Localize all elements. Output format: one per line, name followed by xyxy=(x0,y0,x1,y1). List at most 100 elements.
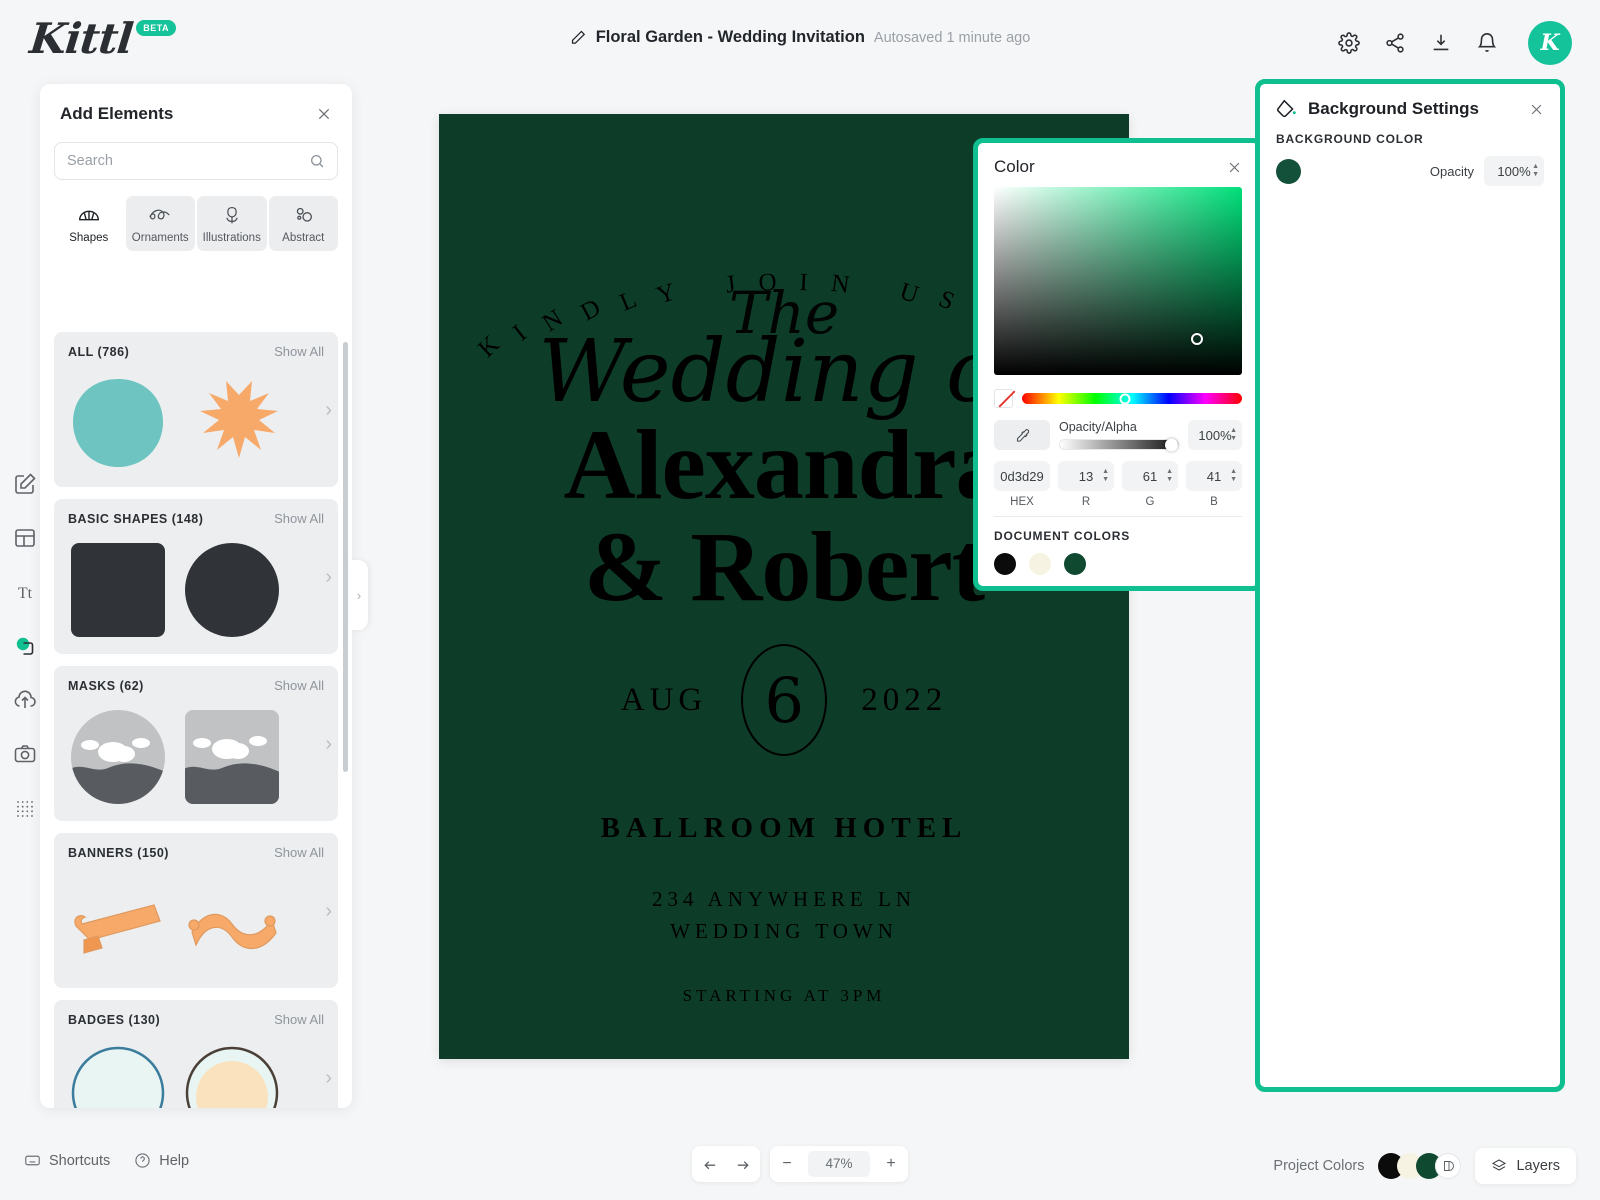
share-icon[interactable] xyxy=(1384,32,1406,54)
patterns-icon[interactable] xyxy=(13,796,37,820)
eyedropper-button[interactable] xyxy=(994,420,1050,450)
opacity-slider-group: Opacity/Alpha xyxy=(1059,420,1179,451)
zoom-in-button[interactable]: + xyxy=(874,1146,908,1182)
r-input[interactable]: 13 ▲ ▼ xyxy=(1058,461,1114,491)
background-color-swatch[interactable] xyxy=(1276,158,1301,184)
element-thumb[interactable] xyxy=(68,874,168,974)
layers-button[interactable]: Layers xyxy=(1475,1148,1576,1184)
tab-abstract[interactable]: Abstract xyxy=(268,196,338,251)
question-icon xyxy=(135,1153,150,1168)
stepper-icon[interactable]: ▲ ▼ xyxy=(1102,468,1109,483)
undo-icon xyxy=(703,1160,715,1169)
element-thumb[interactable] xyxy=(182,373,282,473)
section-next-arrow[interactable]: › xyxy=(325,1068,332,1088)
search-input[interactable] xyxy=(67,153,309,169)
zoom-value[interactable]: 47% xyxy=(808,1151,870,1177)
hex-input[interactable]: 0d3d29 xyxy=(994,461,1050,491)
paint-bucket-icon xyxy=(1277,99,1296,118)
section-basic-shapes: BASIC SHAPES (148) Show All › xyxy=(54,499,338,654)
templates-icon[interactable] xyxy=(13,526,37,550)
stepper-icon[interactable]: ▲ ▼ xyxy=(1166,468,1173,483)
section-next-arrow[interactable]: › xyxy=(325,567,332,587)
tab-label: Illustrations xyxy=(202,232,261,244)
element-thumb[interactable] xyxy=(182,540,282,640)
b-input[interactable]: 41 ▲ ▼ xyxy=(1186,461,1242,491)
help-button[interactable]: Help xyxy=(134,1152,189,1169)
g-input[interactable]: 61 ▲ ▼ xyxy=(1122,461,1178,491)
section-next-arrow[interactable]: › xyxy=(325,400,332,420)
element-thumb[interactable] xyxy=(68,1041,168,1108)
element-thumb[interactable] xyxy=(68,373,168,473)
shortcuts-button[interactable]: Shortcuts xyxy=(24,1152,110,1169)
show-all-link[interactable]: Show All xyxy=(274,845,324,860)
panel-scrollbar[interactable] xyxy=(343,342,348,772)
element-thumb[interactable] xyxy=(182,707,282,807)
section-next-arrow[interactable]: › xyxy=(325,901,332,921)
section-masks: MASKS (62) Show All › xyxy=(54,666,338,821)
settings-icon[interactable] xyxy=(1338,32,1360,54)
no-color-icon[interactable] xyxy=(994,389,1013,408)
document-title-group[interactable]: Floral Garden - Wedding Invitation Autos… xyxy=(570,28,1030,47)
tab-illustrations[interactable]: Illustrations xyxy=(197,196,267,251)
project-colors-swatches xyxy=(1378,1153,1462,1179)
close-icon[interactable] xyxy=(1227,160,1242,175)
element-category-tabs: Shapes Ornaments Illustrations Abstract xyxy=(54,196,338,251)
keyboard-icon xyxy=(25,1155,40,1166)
color-swatch[interactable] xyxy=(1029,553,1051,575)
element-sections-scroll[interactable]: ALL (786) Show All › BASIC SHAPES (148) … xyxy=(40,332,352,1108)
stepper-icon[interactable]: ▲ ▼ xyxy=(1230,427,1237,442)
stepper-icon[interactable]: ▲ ▼ xyxy=(1230,468,1237,483)
edit-colors-button[interactable] xyxy=(1435,1153,1462,1179)
opacity-value: 100% xyxy=(1497,163,1531,179)
color-swatch[interactable] xyxy=(1064,553,1086,575)
element-thumb[interactable] xyxy=(182,874,282,974)
tab-label: Ornaments xyxy=(131,232,189,244)
document-colors-swatches xyxy=(994,553,1242,575)
element-thumb[interactable] xyxy=(68,707,168,807)
opacity-slider[interactable] xyxy=(1059,438,1179,451)
tab-shapes[interactable]: Shapes xyxy=(54,196,124,251)
opacity-input[interactable]: 100% ▲ ▼ xyxy=(1188,420,1242,450)
stepper-icon[interactable]: ▲ ▼ xyxy=(1532,163,1539,178)
saturation-handle[interactable] xyxy=(1191,333,1203,345)
design-icon[interactable] xyxy=(13,472,37,496)
avatar[interactable]: K xyxy=(1528,21,1572,65)
show-all-link[interactable]: Show All xyxy=(274,344,324,359)
brand-logo[interactable]: Kittl BETA xyxy=(27,14,177,63)
element-thumb[interactable] xyxy=(68,540,168,640)
download-icon[interactable] xyxy=(1430,32,1452,54)
hue-handle[interactable] xyxy=(1119,393,1131,404)
close-icon[interactable] xyxy=(1529,102,1544,117)
add-elements-panel: Add Elements Shapes Ornaments xyxy=(40,84,352,1108)
undo-button[interactable] xyxy=(692,1146,726,1182)
close-icon[interactable] xyxy=(316,106,332,122)
notifications-icon[interactable] xyxy=(1476,32,1498,54)
background-opacity-input[interactable]: 100% ▲ ▼ xyxy=(1484,156,1544,186)
show-all-link[interactable]: Show All xyxy=(274,511,324,526)
abstract-icon xyxy=(297,207,313,222)
photos-icon[interactable] xyxy=(13,742,37,766)
zoom-out-button[interactable]: − xyxy=(770,1146,804,1182)
search-box[interactable] xyxy=(54,142,338,180)
element-thumb[interactable] xyxy=(182,1041,282,1108)
opacity-handle[interactable] xyxy=(1165,438,1178,451)
hue-row xyxy=(994,389,1242,408)
uploads-icon[interactable] xyxy=(13,688,37,712)
shortcuts-label: Shortcuts xyxy=(49,1152,111,1169)
show-all-link[interactable]: Show All xyxy=(274,678,324,693)
text-icon[interactable]: Tt xyxy=(13,580,37,604)
elements-icon[interactable] xyxy=(13,634,37,658)
circle-shape xyxy=(185,543,279,637)
saturation-value-field[interactable] xyxy=(994,187,1242,375)
tab-label: Shapes xyxy=(69,232,109,244)
search-icon[interactable] xyxy=(309,153,325,169)
redo-button[interactable] xyxy=(726,1146,760,1182)
section-next-arrow[interactable]: › xyxy=(325,734,332,754)
beta-badge: BETA xyxy=(136,20,177,36)
opacity-alpha-label: Opacity/Alpha xyxy=(1059,420,1137,434)
color-swatch[interactable] xyxy=(994,553,1016,575)
hue-slider[interactable] xyxy=(1022,393,1242,404)
show-all-link[interactable]: Show All xyxy=(274,1012,324,1027)
tab-ornaments[interactable]: Ornaments xyxy=(125,196,195,251)
opacity-row: Opacity/Alpha 100% ▲ ▼ xyxy=(994,420,1242,451)
